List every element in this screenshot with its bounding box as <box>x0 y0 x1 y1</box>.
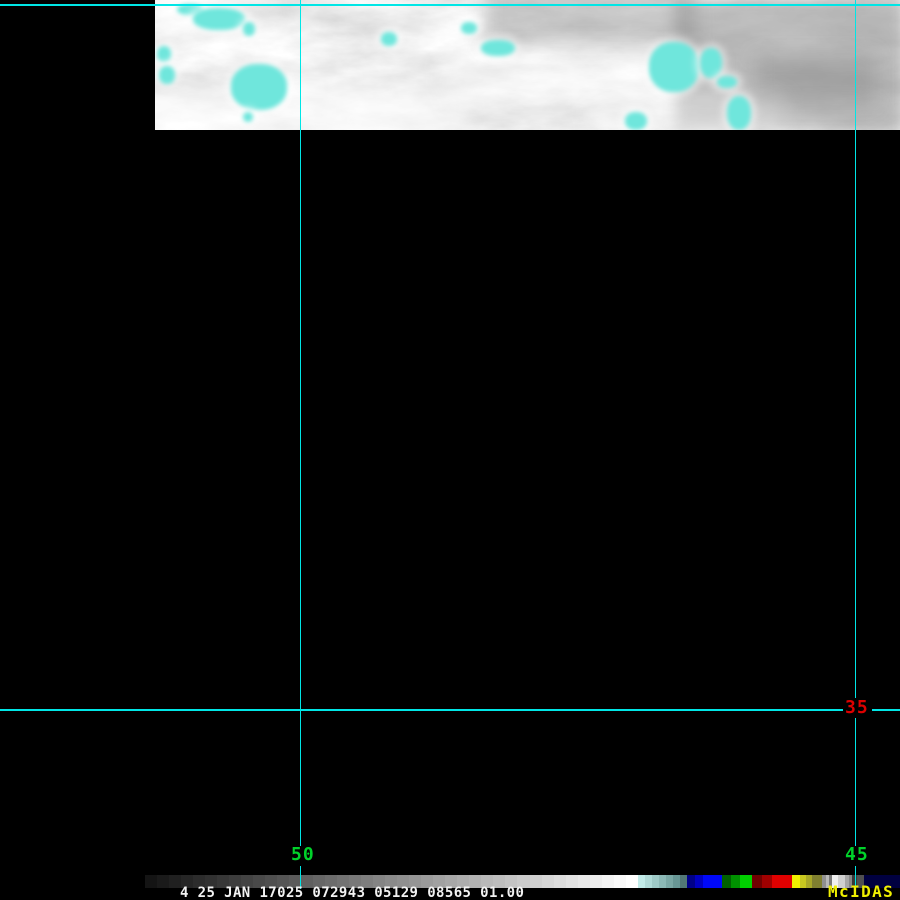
colorbar-color-step <box>679 875 687 888</box>
colorbar-gray-step <box>625 875 638 888</box>
cold-cloud-cyan-patch <box>159 66 175 84</box>
colorbar-color-step <box>644 875 652 888</box>
latitude-label-35: 35 <box>844 697 870 718</box>
image-info-text: 4 25 JAN 17025 072943 05129 08565 01.00 <box>180 885 525 900</box>
cold-cloud-cyan-patch <box>243 22 255 36</box>
colorbar-gray-step <box>589 875 602 888</box>
grid-hline-709 <box>0 709 843 711</box>
cold-cloud-cyan-patch <box>461 22 477 34</box>
colorbar-color-step <box>721 875 731 888</box>
colorbar-color-step <box>739 875 752 888</box>
colorbar-color-step <box>672 875 680 888</box>
cold-cloud-cyan-patch <box>700 48 722 78</box>
mcidas-brand: McIDAS <box>828 882 895 900</box>
grid-vline-300 <box>300 0 301 846</box>
cold-cloud-cyan-patch <box>727 96 751 130</box>
colorbar-color-step <box>751 875 762 888</box>
cold-cloud-cyan-patch <box>649 42 699 92</box>
colorbar-gray-step <box>613 875 626 888</box>
colorbar-gray-step <box>553 875 566 888</box>
cold-cloud-cyan-patch <box>193 8 245 30</box>
cold-cloud-cyan-patch <box>231 64 287 110</box>
colorbar-color-step <box>637 875 645 888</box>
grid-hline-709 <box>872 709 900 711</box>
cold-cloud-cyan-patch <box>243 112 253 122</box>
longitude-label-50: 50 <box>290 844 316 865</box>
grid-vline-855 <box>855 0 856 698</box>
colorbar-color-step <box>730 875 740 888</box>
colorbar-color-step <box>811 875 822 888</box>
mcidas-display-window: 35 50 45 1 0001 NOAA-19 4 25 JAN 17025 0… <box>0 0 900 900</box>
colorbar-gray-step <box>577 875 590 888</box>
colorbar-color-step <box>651 875 659 888</box>
colorbar-color-step <box>658 875 666 888</box>
colorbar-color-step <box>694 875 703 888</box>
colorbar-color-step <box>771 875 792 888</box>
colorbar-gray-step <box>529 875 542 888</box>
cold-cloud-cyan-patch <box>381 32 397 46</box>
colorbar-color-step <box>761 875 772 888</box>
longitude-label-45: 45 <box>844 844 870 865</box>
colorbar-color-step <box>665 875 673 888</box>
colorbar-gray-step <box>565 875 578 888</box>
colorbar-color-step <box>702 875 722 888</box>
colorbar-color-step <box>791 875 800 888</box>
cold-cloud-cyan-patch <box>625 112 647 130</box>
cold-cloud-cyan-patch <box>481 40 515 56</box>
colorbar-gray-step <box>601 875 614 888</box>
grid-vline-855 <box>855 718 856 846</box>
cold-cloud-cyan-patch <box>717 76 737 88</box>
satellite-image-canvas[interactable] <box>155 0 900 130</box>
colorbar-gray-step <box>541 875 554 888</box>
status-left: 1 0001 NOAA-19 <box>8 886 176 900</box>
cold-cloud-cyan-patch <box>157 46 171 62</box>
colorbar-color-step <box>686 875 695 888</box>
grid-hline-4 <box>0 4 900 6</box>
